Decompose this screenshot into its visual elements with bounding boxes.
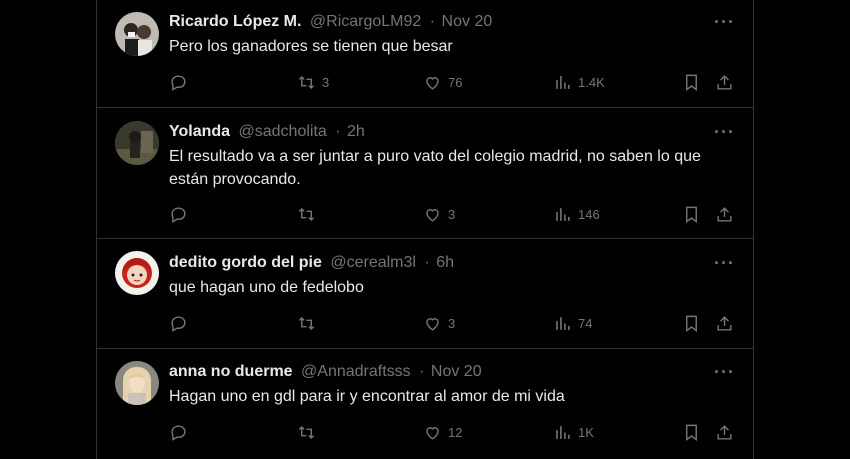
author-name[interactable]: dedito gordo del pie xyxy=(169,254,322,271)
reply-icon xyxy=(171,74,186,91)
tweet-text: Pero los ganadores se tienen que besar xyxy=(169,38,453,55)
dot-separator: · xyxy=(429,13,436,30)
tweet-text: Hagan uno en gdl para ir y encontrar al … xyxy=(169,388,565,405)
bookmark-icon xyxy=(686,206,697,223)
share-icon xyxy=(717,424,732,440)
like-count: 3 xyxy=(448,206,456,222)
reply-button[interactable] xyxy=(169,70,194,94)
retweet-button[interactable] xyxy=(297,420,322,444)
share-icon xyxy=(717,315,732,331)
bookmark-icon xyxy=(686,315,697,332)
tweet[interactable]: anna no duerme @Annadraftsss · Nov 20 ··… xyxy=(97,349,753,459)
reply-button[interactable] xyxy=(169,420,194,444)
views-chart-icon xyxy=(556,75,570,89)
retweet-button[interactable] xyxy=(297,202,322,226)
author-name[interactable]: Yolanda xyxy=(169,123,230,140)
reply-icon xyxy=(171,206,186,223)
view-count: 1.4K xyxy=(578,74,605,90)
retweet-icon xyxy=(298,316,315,330)
action-bar: 12 1K xyxy=(169,420,749,444)
views-chart-icon xyxy=(556,425,570,439)
heart-icon xyxy=(426,426,439,440)
dot-separator: · xyxy=(424,254,430,271)
avatar[interactable] xyxy=(115,121,159,165)
views-chart-icon xyxy=(556,207,570,221)
dot-separator: · xyxy=(335,123,341,140)
like-count: 3 xyxy=(448,315,456,331)
author-handle[interactable]: @sadcholita xyxy=(239,123,327,140)
timestamp[interactable]: Nov 20 xyxy=(442,13,493,30)
views-chart-icon xyxy=(556,316,570,330)
view-count: 74 xyxy=(578,315,593,331)
heart-icon xyxy=(426,317,439,331)
like-count: 12 xyxy=(448,424,463,440)
dot-separator: · xyxy=(419,363,425,380)
action-bar: 3 146 xyxy=(169,202,749,226)
views-button[interactable]: 146 xyxy=(553,202,600,226)
reply-icon xyxy=(171,424,186,441)
avatar[interactable] xyxy=(115,251,159,295)
share-icon xyxy=(717,74,732,90)
share-button[interactable] xyxy=(715,311,740,335)
retweet-icon xyxy=(298,207,315,221)
tweet-header: Yolanda @sadcholita · 2h xyxy=(169,122,365,142)
retweet-button[interactable] xyxy=(297,311,322,335)
bookmark-icon xyxy=(686,424,697,441)
share-icon xyxy=(717,206,732,222)
action-bar: 3 74 xyxy=(169,311,749,335)
author-handle[interactable]: @RicargoLM92 xyxy=(310,13,421,30)
view-count: 146 xyxy=(578,206,600,222)
author-name[interactable]: Ricardo López M. xyxy=(169,13,301,30)
tweet[interactable]: Yolanda @sadcholita · 2h ··· El resultad… xyxy=(97,108,753,239)
bookmark-button[interactable] xyxy=(682,420,707,444)
heart-icon xyxy=(426,208,439,222)
timestamp[interactable]: Nov 20 xyxy=(431,363,482,380)
share-button[interactable] xyxy=(715,420,740,444)
reply-feed: Ricardo López M. @RicargoLM92 · Nov 20 ·… xyxy=(96,0,754,459)
avatar[interactable] xyxy=(115,361,159,405)
reply-button[interactable] xyxy=(169,202,194,226)
more-options-button[interactable]: ··· xyxy=(714,363,735,381)
more-options-button[interactable]: ··· xyxy=(714,13,735,31)
tweet[interactable]: Ricardo López M. @RicargoLM92 · Nov 20 ·… xyxy=(97,0,753,108)
author-name[interactable]: anna no duerme xyxy=(169,363,293,380)
reply-icon xyxy=(171,315,186,332)
retweet-count: 3 xyxy=(322,74,330,90)
views-button[interactable]: 1K xyxy=(553,420,594,444)
like-button[interactable]: 12 xyxy=(423,420,462,444)
heart-icon xyxy=(426,76,439,90)
author-handle[interactable]: @cerealm3l xyxy=(330,254,416,271)
tweet-header: anna no duerme @Annadraftsss · Nov 20 xyxy=(169,362,482,382)
tweet-header: dedito gordo del pie @cerealm3l · 6h xyxy=(169,253,454,273)
timestamp[interactable]: 6h xyxy=(436,254,454,271)
more-options-button[interactable]: ··· xyxy=(714,123,735,141)
bookmark-button[interactable] xyxy=(682,202,707,226)
author-handle[interactable]: @Annadraftsss xyxy=(301,363,411,380)
tweet-header: Ricardo López M. @RicargoLM92 · Nov 20 xyxy=(169,12,492,32)
views-button[interactable]: 1.4K xyxy=(553,70,605,94)
retweet-button[interactable]: 3 xyxy=(297,70,329,94)
tweet-text: El resultado va a ser juntar a puro vato… xyxy=(169,148,701,188)
share-button[interactable] xyxy=(715,70,740,94)
tweet-text: que hagan uno de fedelobo xyxy=(169,279,364,296)
like-button[interactable]: 3 xyxy=(423,202,455,226)
reply-button[interactable] xyxy=(169,311,194,335)
bookmark-button[interactable] xyxy=(682,311,707,335)
like-button[interactable]: 76 xyxy=(423,70,462,94)
views-button[interactable]: 74 xyxy=(553,311,592,335)
retweet-icon xyxy=(298,425,315,439)
bookmark-button[interactable] xyxy=(682,70,707,94)
timestamp[interactable]: 2h xyxy=(347,123,365,140)
bookmark-icon xyxy=(686,74,697,91)
like-count: 76 xyxy=(448,74,463,90)
view-count: 1K xyxy=(578,424,594,440)
tweet[interactable]: dedito gordo del pie @cerealm3l · 6h ···… xyxy=(97,239,753,349)
action-bar: 3 76 1.4K xyxy=(169,70,749,94)
retweet-icon xyxy=(298,75,315,89)
avatar[interactable] xyxy=(115,12,159,56)
like-button[interactable]: 3 xyxy=(423,311,455,335)
share-button[interactable] xyxy=(715,202,740,226)
more-options-button[interactable]: ··· xyxy=(714,254,735,272)
